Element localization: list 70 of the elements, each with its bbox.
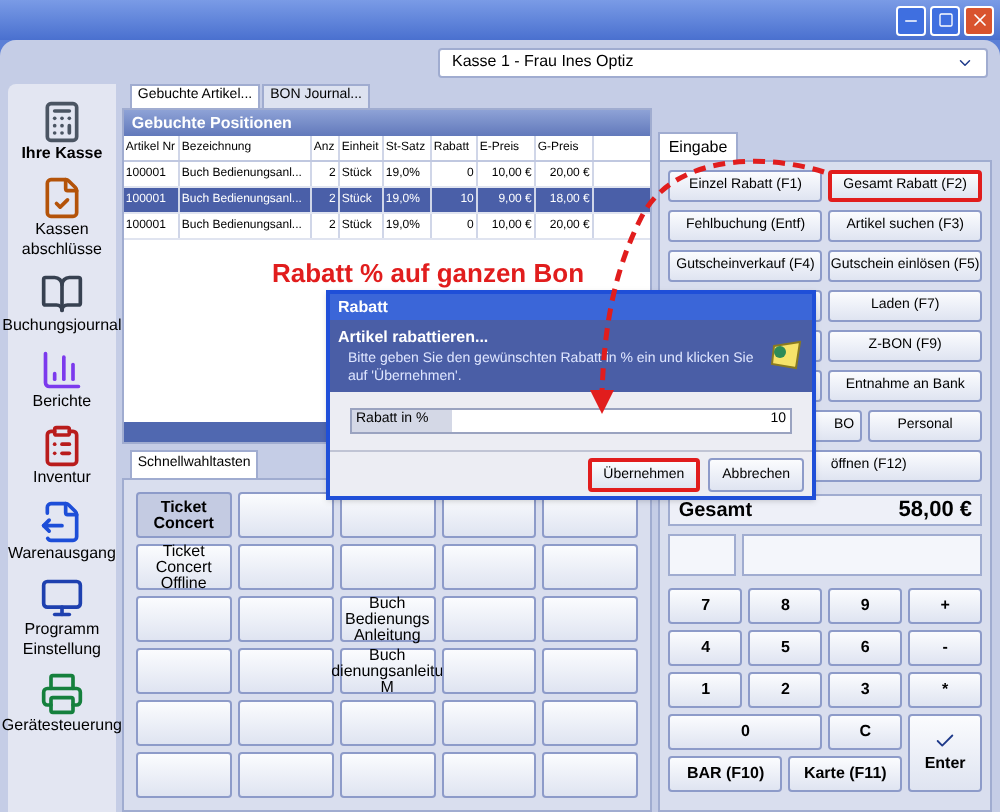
sidebar-item[interactable]: Kassen abschlüsse bbox=[9, 176, 114, 260]
keypad-key[interactable]: Karte (F11) bbox=[788, 756, 903, 792]
maximize-button[interactable] bbox=[930, 5, 960, 35]
sidebar-item[interactable]: Inventur bbox=[9, 424, 114, 488]
dialog-heading: Artikel rabattieren... bbox=[338, 326, 491, 350]
quick-key[interactable] bbox=[441, 648, 537, 694]
table-title: Gebuchte Positionen bbox=[123, 110, 651, 136]
note-icon bbox=[768, 340, 804, 372]
input-field[interactable] bbox=[742, 534, 982, 576]
quick-key[interactable] bbox=[339, 752, 436, 798]
computer-icon bbox=[39, 576, 84, 620]
keypad-key[interactable]: 4 bbox=[668, 630, 743, 666]
maximize-icon bbox=[937, 12, 953, 28]
sidebar-item[interactable]: Programm Einstellung bbox=[9, 576, 114, 660]
keypad-key[interactable]: * bbox=[908, 672, 982, 708]
quick-key[interactable] bbox=[237, 752, 334, 798]
quick-key[interactable] bbox=[135, 596, 232, 642]
sidebar-item[interactable]: Warenausgang bbox=[9, 500, 114, 564]
book-icon bbox=[39, 272, 84, 316]
document-arrow-icon bbox=[39, 500, 84, 544]
quick-key[interactable] bbox=[339, 700, 436, 746]
quick-key[interactable] bbox=[542, 752, 639, 798]
quick-key[interactable] bbox=[441, 700, 537, 746]
quick-key[interactable] bbox=[135, 752, 232, 798]
keypad-key[interactable]: 9 bbox=[828, 588, 903, 624]
quick-key[interactable] bbox=[237, 648, 334, 694]
quick-key[interactable] bbox=[339, 544, 436, 590]
sidebar-item[interactable]: Ihre Kasse bbox=[9, 100, 114, 164]
quick-key[interactable] bbox=[237, 544, 334, 590]
printer-icon bbox=[39, 672, 84, 716]
quick-key[interactable] bbox=[542, 648, 639, 694]
cashier-select[interactable]: Kasse 1 - Frau Ines Optiz bbox=[438, 47, 988, 77]
check-icon bbox=[934, 730, 957, 752]
total-display: Gesamt 58,00 € bbox=[668, 494, 982, 526]
keypad-key[interactable]: 0 bbox=[668, 714, 823, 750]
sidebar-item[interactable]: Berichte bbox=[9, 348, 114, 412]
keypad-key[interactable]: 2 bbox=[748, 672, 823, 708]
bar-chart-icon bbox=[39, 348, 84, 392]
keypad-key[interactable]: C bbox=[828, 714, 903, 750]
tab[interactable]: Eingabe bbox=[658, 132, 738, 160]
quick-key[interactable]: Buch Bedienungs Anleitung bbox=[339, 596, 436, 642]
keypad-key[interactable]: 1 bbox=[668, 672, 743, 708]
quick-key[interactable] bbox=[237, 492, 334, 538]
keypad-key[interactable]: 3 bbox=[828, 672, 903, 708]
quick-key[interactable] bbox=[135, 648, 232, 694]
minimize-button[interactable] bbox=[896, 5, 926, 35]
quick-key[interactable] bbox=[441, 752, 537, 798]
keypad-key[interactable]: 6 bbox=[828, 630, 903, 666]
quick-key[interactable]: Ticket Concert bbox=[135, 492, 232, 538]
quick-key[interactable] bbox=[237, 596, 334, 642]
quick-key[interactable] bbox=[542, 596, 639, 642]
keypad-key[interactable]: - bbox=[908, 630, 982, 666]
quick-key[interactable] bbox=[542, 700, 639, 746]
keypad-key[interactable]: 7 bbox=[668, 588, 743, 624]
annotation-text: Rabatt % auf ganzen Bon bbox=[272, 256, 585, 292]
close-button[interactable] bbox=[964, 5, 994, 35]
input-field[interactable] bbox=[668, 534, 737, 576]
quick-key[interactable] bbox=[135, 700, 232, 746]
keypad-key[interactable]: 8 bbox=[748, 588, 823, 624]
quick-key[interactable] bbox=[441, 544, 537, 590]
keypad-key[interactable]: Enter bbox=[908, 714, 982, 792]
dialog-title: Rabatt bbox=[330, 294, 812, 320]
keypad-key[interactable]: + bbox=[908, 588, 982, 624]
close-icon bbox=[969, 10, 989, 30]
quick-key[interactable]: Ticket Concert Offline bbox=[135, 544, 232, 590]
keypad-key[interactable]: 5 bbox=[748, 630, 823, 666]
keypad-key[interactable]: BAR (F10) bbox=[668, 756, 783, 792]
quick-key[interactable] bbox=[542, 544, 639, 590]
quick-key[interactable] bbox=[441, 596, 537, 642]
quick-key[interactable] bbox=[237, 700, 334, 746]
